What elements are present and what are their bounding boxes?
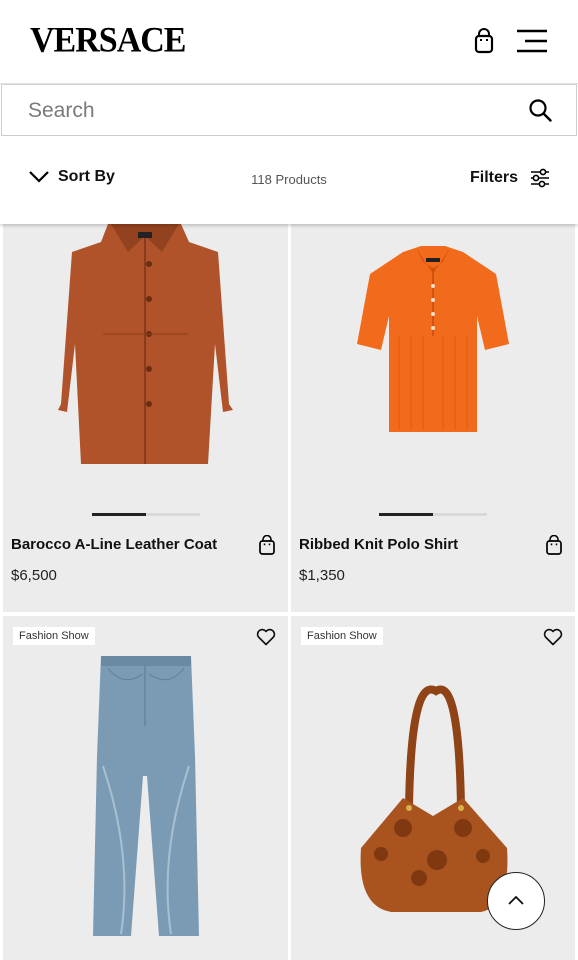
search-input[interactable] [28,98,508,124]
product-name[interactable]: Ribbed Knit Polo Shirt [299,536,458,553]
product-card[interactable]: Barocco A-Line Leather Coat $6,500 [3,224,288,612]
wishlist-heart-icon[interactable] [543,628,563,646]
product-image[interactable] [3,224,288,612]
product-price: $6,500 [11,567,57,584]
filters-label: Filters [469,169,518,186]
add-to-bag-icon[interactable] [258,535,276,556]
hamburger-menu-icon[interactable] [516,28,548,54]
site-header: VERSACE [0,0,578,84]
carousel-dot[interactable] [145,513,200,516]
sliders-icon [531,168,549,188]
add-to-bag-icon[interactable] [545,535,563,556]
fashion-show-badge: Fashion Show [301,627,383,645]
coat-image [58,224,233,464]
product-card[interactable]: Ribbed Knit Polo Shirt $1,350 [291,224,575,612]
search-icon[interactable] [528,98,552,122]
product-card[interactable]: Fashion Show [3,616,288,960]
chevron-up-icon [508,895,524,905]
product-grid: Barocco A-Line Leather Coat $6,500 Ribbe… [0,224,578,960]
wishlist-heart-icon[interactable] [256,628,276,646]
product-name[interactable]: Barocco A-Line Leather Coat [11,536,217,553]
product-image[interactable]: Fashion Show [3,616,288,960]
product-price: $1,350 [299,567,345,584]
product-toolbar: Sort By 118 Products Filters [0,136,578,224]
carousel-indicator[interactable] [291,513,575,516]
carousel-dot[interactable] [91,513,146,516]
brand-logo[interactable]: VERSACE [30,21,186,61]
carousel-dot[interactable] [433,513,487,516]
search-bar [1,84,577,136]
scroll-to-top-button[interactable] [487,872,545,930]
shopping-bag-icon[interactable] [472,28,496,54]
jeans-image [93,656,199,936]
carousel-indicator[interactable] [3,513,288,516]
carousel-dot[interactable] [379,513,433,516]
polo-image [357,246,509,432]
product-image[interactable] [291,224,575,612]
fashion-show-badge: Fashion Show [13,627,95,645]
filters-button[interactable]: Filters [470,168,550,188]
